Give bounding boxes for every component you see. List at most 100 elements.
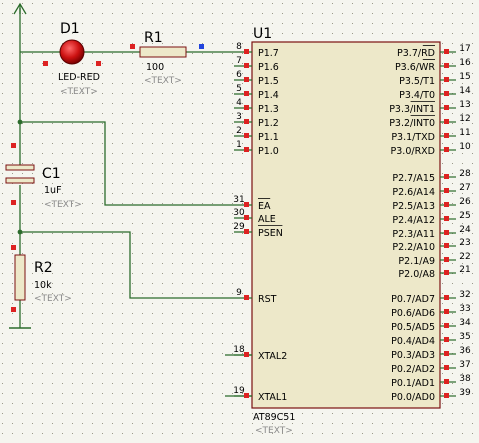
pin-marker [444, 270, 449, 275]
pin-label: P1.6 [258, 62, 279, 73]
pin-number: 22 [459, 252, 470, 262]
capacitor-plate-icon [5, 177, 35, 184]
r2-value: 10k [34, 280, 52, 291]
pin-label: P3.1/TXD [391, 132, 435, 143]
pin-marker [244, 215, 249, 220]
led-text-tag: <TEXT> [60, 87, 98, 97]
pin-label: XTAL2 [258, 351, 287, 362]
pin-marker [444, 257, 449, 262]
pin-label: P0.2/AD2 [391, 364, 435, 375]
pin-number: 17 [459, 44, 470, 54]
pin-number: 34 [459, 318, 471, 328]
pin-marker [444, 77, 449, 82]
pin-marker [244, 352, 249, 357]
pin-number: 21 [459, 265, 470, 275]
mcu-ref: U1 [253, 26, 272, 42]
pin-marker [444, 216, 449, 221]
pin-number: 26 [459, 197, 471, 207]
pin-label: P0.7/AD7 [391, 294, 435, 305]
pin-number: 13 [459, 100, 470, 110]
pin-label: PSEN [258, 228, 283, 239]
pin-number: 15 [459, 72, 470, 82]
pin-marker [444, 351, 449, 356]
pin-label: P3.7/RD [397, 48, 435, 59]
pin-label: P0.6/AD6 [391, 308, 435, 319]
pin-marker [444, 230, 449, 235]
pin-marker [444, 174, 449, 179]
r1-value: 100 [146, 62, 164, 73]
pin-number: 7 [236, 56, 242, 66]
pin-label: P0.4/AD4 [391, 336, 435, 347]
pin-marker [444, 147, 449, 152]
pin-marker [444, 202, 449, 207]
pin-number: 32 [459, 290, 470, 300]
pin-label: P2.7/A15 [392, 173, 435, 184]
pin-marker [244, 393, 249, 398]
pin-number: 37 [459, 360, 470, 370]
resistor-r1-body-icon [139, 46, 187, 58]
pin-number: 33 [459, 304, 470, 314]
pin-number: 12 [459, 114, 470, 124]
pin-number: 1 [236, 140, 242, 150]
r1-ref: R1 [144, 30, 163, 46]
pin-label: P3.4/T0 [399, 90, 435, 101]
pin-number: 28 [459, 169, 471, 179]
led-ref: D1 [60, 21, 80, 37]
pin-number: 24 [459, 225, 471, 235]
pin-label: P2.3/A11 [392, 229, 435, 240]
pin-marker [444, 63, 449, 68]
c1-text-tag: <TEXT> [44, 200, 82, 210]
pin-marker [244, 119, 249, 124]
pin-number: 6 [236, 70, 242, 80]
pin-label: P0.0/AD0 [391, 392, 435, 403]
pin-number: 35 [459, 332, 470, 342]
pin-number: 38 [459, 374, 471, 384]
capacitor-plate-icon [5, 164, 35, 171]
pin-number: 23 [459, 238, 470, 248]
schematic-canvas: D1 LED-RED <TEXT> R1 100 <TEXT> C1 1uF <… [0, 0, 479, 443]
pin-label: P1.7 [258, 48, 279, 59]
pin-number: 10 [459, 142, 471, 152]
pin-number: 3 [236, 112, 242, 122]
c1-value: 1uF [44, 185, 62, 196]
pin-label: P2.0/A8 [398, 269, 435, 280]
pin-label: P3.2/INT0 [389, 118, 435, 129]
pin-number: 19 [233, 386, 245, 396]
pin-marker [444, 393, 449, 398]
pin-label: RST [258, 294, 277, 305]
pin-marker [244, 147, 249, 152]
pin-label: P1.0 [258, 146, 279, 157]
pin-number: 2 [236, 126, 242, 136]
pin-number: 18 [233, 345, 245, 355]
pin-marker [444, 323, 449, 328]
pin-marker [244, 133, 249, 138]
pin-number: 25 [459, 211, 470, 221]
pin-marker [244, 105, 249, 110]
pin-marker [444, 243, 449, 248]
pin-marker [444, 133, 449, 138]
pin-marker [244, 63, 249, 68]
mcu-u1[interactable]: U1 AT89C51 <TEXT> 8 P1.7 7 P1.6 6 P1.5 5 P1.4 4 P… [233, 26, 471, 436]
pin-number: 36 [459, 346, 471, 356]
pin-marker [444, 379, 449, 384]
schematic-svg: D1 LED-RED <TEXT> R1 100 <TEXT> C1 1uF <… [0, 0, 479, 443]
pin-number: 14 [459, 86, 471, 96]
pin-label: P3.6/WR [395, 62, 435, 73]
pin-number: 9 [236, 288, 242, 298]
pin-label: P3.3/INT1 [389, 104, 435, 115]
c1-ref: C1 [42, 166, 61, 182]
pin-marker [244, 91, 249, 96]
pin-label: P0.3/AD3 [391, 350, 435, 361]
led-value: LED-RED [58, 72, 100, 83]
pin-marker [444, 188, 449, 193]
pin-marker [244, 229, 249, 234]
resistor-r2-body-icon [14, 254, 26, 301]
pin-label: P0.1/AD1 [391, 378, 435, 389]
pin-label: ALE [258, 214, 276, 225]
r2-ref: R2 [34, 260, 53, 276]
pin-number: 27 [459, 183, 470, 193]
pin-label: P2.2/A10 [392, 242, 435, 253]
pin-label: P1.4 [258, 90, 279, 101]
pin-label: P1.3 [258, 104, 279, 115]
pin-marker [244, 202, 249, 207]
